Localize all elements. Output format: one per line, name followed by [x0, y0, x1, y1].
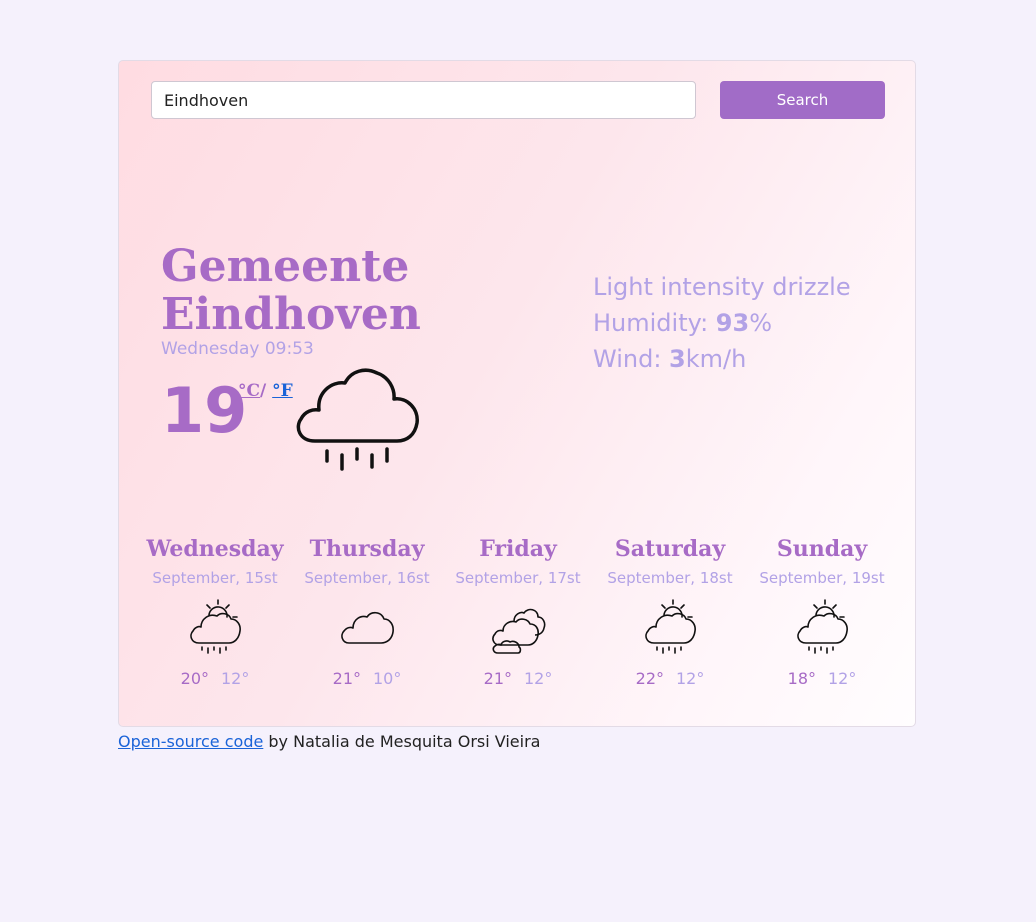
current-datetime: Wednesday 09:53 — [161, 339, 314, 359]
forecast-day-name: Sunday — [776, 536, 868, 562]
sun-cloud-rain-icon — [190, 599, 241, 654]
forecast-day-name: Friday — [479, 536, 557, 562]
forecast-max: 18° — [787, 669, 816, 688]
sun-cloud-rain-icon — [645, 599, 696, 654]
forecast-max: 22° — [635, 669, 664, 688]
forecast-day: Wednesday September, 15st 20° 12° — [139, 535, 291, 688]
forecast-day: Friday September, 17st 21° 12° — [442, 535, 594, 688]
wind-unit: km/h — [685, 345, 747, 373]
city-name-line1: Gemeente — [161, 241, 410, 292]
weather-description: Light intensity drizzle — [593, 273, 851, 301]
unit-switch: °C/ °F — [238, 381, 293, 401]
forecast-min: 12° — [676, 669, 705, 688]
celsius-link[interactable]: °C — [238, 381, 260, 401]
forecast-min: 12° — [221, 669, 250, 688]
forecast-day: Sunday September, 19st 18° 12° — [746, 535, 898, 688]
cloud-icon — [341, 611, 394, 644]
weather-card: Search Gemeente Eindhoven Wednesday 09:5… — [118, 60, 916, 727]
forecast-min: 12° — [524, 669, 553, 688]
humidity-value: 93 — [715, 309, 750, 337]
footer-credit: by Natalia de Mesquita Orsi Vieira — [263, 732, 541, 751]
forecast-min: 10° — [373, 669, 402, 688]
humidity: Humidity: 93% — [593, 305, 851, 341]
clouds-icon — [492, 608, 546, 654]
city-search-input[interactable] — [151, 81, 696, 119]
forecast-day-name: Wednesday — [146, 536, 284, 562]
forecast-temps: 21° 10° — [291, 669, 443, 688]
forecast-temps: 22° 12° — [594, 669, 746, 688]
city-name-line2: Eindhoven — [161, 289, 421, 340]
city-name: Gemeente Eindhoven — [161, 243, 491, 339]
sun-cloud-rain-icon — [797, 599, 848, 654]
forecast-min: 12° — [828, 669, 857, 688]
wind-value: 3 — [669, 345, 686, 373]
forecast-temps: 20° 12° — [139, 669, 291, 688]
forecast-date: September, 16st — [304, 569, 430, 587]
wind: Wind: 3km/h — [593, 341, 851, 377]
fahrenheit-link[interactable]: °F — [272, 381, 293, 401]
forecast-day: Thursday September, 16st 21° 10° — [291, 535, 443, 688]
forecast-day-name: Saturday — [614, 536, 726, 562]
forecast-day: Saturday September, 18st 22° 12° — [594, 535, 746, 688]
source-code-link[interactable]: Open-source code — [118, 732, 263, 751]
current-temperature: 19 — [161, 374, 248, 447]
search-button[interactable]: Search — [720, 81, 885, 119]
weather-details: Light intensity drizzle Humidity: 93% Wi… — [593, 269, 851, 377]
forecast-date: September, 17st — [455, 569, 581, 587]
forecast-temps: 21° 12° — [442, 669, 594, 688]
forecast-date: September, 15st — [152, 569, 278, 587]
forecast-max: 20° — [180, 669, 209, 688]
forecast-day-name: Thursday — [309, 536, 425, 562]
wind-label: Wind: — [593, 345, 670, 373]
cloud-rain-icon — [296, 368, 419, 471]
forecast-max: 21° — [483, 669, 512, 688]
forecast-max: 21° — [332, 669, 361, 688]
humidity-label: Humidity: — [593, 309, 716, 337]
humidity-unit: % — [749, 309, 773, 337]
footer: Open-source code by Natalia de Mesquita … — [118, 732, 540, 751]
forecast-temps: 18° 12° — [746, 669, 898, 688]
forecast-date: September, 19st — [759, 569, 885, 587]
unit-separator: / — [260, 381, 267, 401]
forecast-date: September, 18st — [607, 569, 733, 587]
